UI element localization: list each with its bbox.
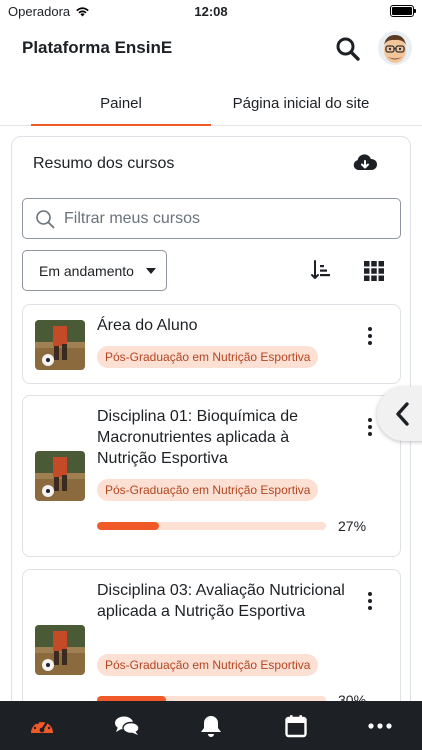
course-image [35, 451, 85, 501]
course-menu-kebab-icon[interactable] [363, 416, 377, 438]
dashboard-icon [31, 719, 53, 733]
tab-site-home[interactable]: Página inicial do site [211, 80, 391, 126]
course-progress-bar [97, 522, 326, 530]
nav-more[interactable] [367, 713, 393, 739]
course-filter-input[interactable] [64, 209, 384, 228]
more-icon [368, 723, 392, 729]
calendar-icon [285, 715, 307, 738]
course-category-badge: Pós-Graduação em Nutrição Esportiva [97, 346, 319, 368]
chevron-left-icon [396, 402, 409, 426]
caret-down-icon [146, 268, 156, 274]
nav-dashboard[interactable] [29, 713, 55, 739]
search-icon[interactable] [335, 36, 361, 62]
site-title: Plataforma EnsinE [22, 38, 173, 57]
dropdown-selected-value: Em andamento [39, 262, 134, 279]
main-tabs: Painel Página inicial do site [0, 80, 422, 126]
course-menu-kebab-icon[interactable] [363, 590, 377, 612]
course-card[interactable]: Disciplina 01: Bioquímica de Macronutrie… [22, 395, 401, 557]
grid-view-icon[interactable] [364, 261, 384, 281]
course-progress-text: 27% [338, 518, 367, 534]
app-screen: Operadora 12:08 Plataforma EnsinE Painel… [0, 0, 422, 750]
app-header: Plataforma EnsinE [0, 28, 422, 70]
course-category-badge: Pós-Graduação em Nutrição Esportiva [97, 479, 319, 501]
course-status-dropdown[interactable]: Em andamento [22, 250, 167, 291]
battery-icon [390, 5, 416, 17]
status-bar: Operadora 12:08 [0, 0, 422, 24]
course-image [35, 320, 85, 370]
course-name[interactable]: Área do Aluno [97, 315, 347, 336]
course-name[interactable]: Disciplina 01: Bioquímica de Macronutrie… [97, 406, 347, 469]
nav-notifications[interactable] [198, 713, 224, 739]
bell-icon [201, 716, 221, 737]
course-image [35, 625, 85, 675]
nav-messages[interactable] [114, 713, 140, 739]
sort-icon[interactable] [310, 259, 332, 281]
course-menu-kebab-icon[interactable] [363, 325, 377, 347]
progress-fill [97, 522, 159, 530]
cloud-download-icon[interactable] [352, 153, 378, 175]
course-card[interactable]: Área do Aluno Pós-Graduação em Nutrição … [22, 304, 401, 384]
course-category-badge: Pós-Graduação em Nutrição Esportiva [97, 654, 319, 676]
status-time: 12:08 [194, 4, 228, 19]
nav-calendar[interactable] [283, 713, 309, 739]
bottom-navigation [0, 701, 422, 750]
user-avatar[interactable] [378, 31, 412, 65]
open-drawer-button[interactable] [377, 387, 422, 441]
course-name[interactable]: Disciplina 03: Avaliação Nutricional apl… [97, 580, 347, 622]
block-title: Resumo dos cursos [33, 155, 175, 172]
course-overview-block: Resumo dos cursos Em andamento [11, 136, 411, 750]
search-icon [36, 209, 55, 228]
course-filter-field[interactable] [22, 198, 401, 239]
messages-icon [115, 716, 140, 735]
tab-dashboard[interactable]: Painel [31, 80, 211, 126]
